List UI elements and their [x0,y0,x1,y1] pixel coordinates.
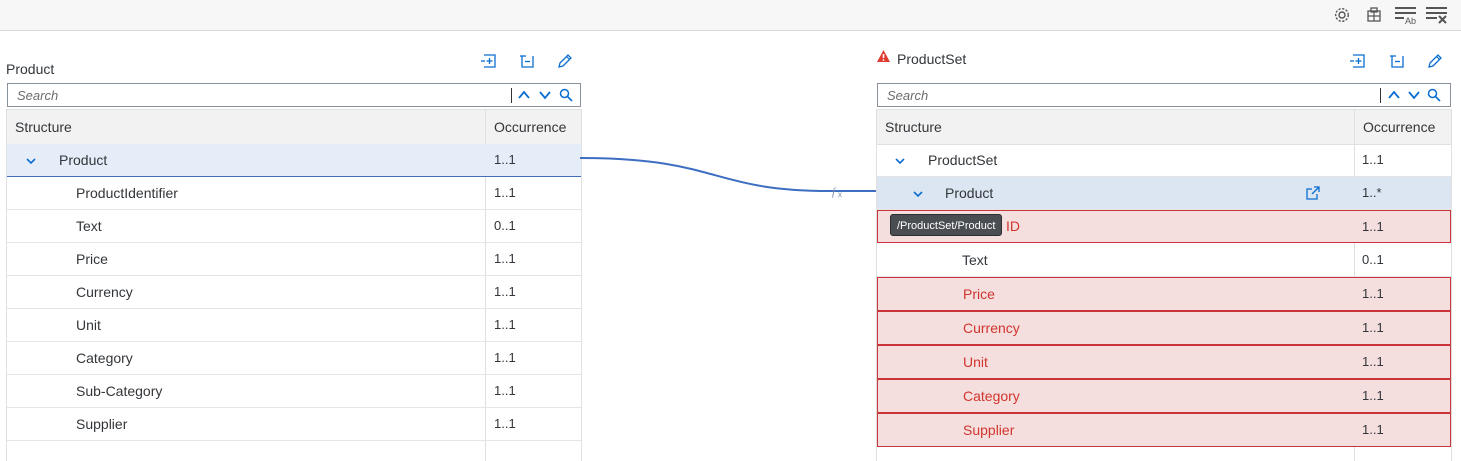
edit-icon[interactable] [1425,51,1445,71]
target-search-input[interactable] [878,84,1378,106]
format-text-icon[interactable]: Ab [1393,4,1419,26]
search-icon[interactable] [557,86,575,104]
row-name: Category [76,350,133,366]
row-name: Text [76,218,102,234]
row-occurrence: 1..1 [494,383,516,398]
row-occurrence: 1..1 [1362,152,1384,167]
search-icon[interactable] [1425,86,1443,104]
table-row[interactable]: Product 1..* [877,177,1451,210]
table-row[interactable]: Unit 1..1 [877,345,1451,379]
row-name: Product [59,152,108,168]
row-name: ProductSet [928,152,998,168]
table-row[interactable]: Currency 1..1 [7,276,581,309]
row-occurrence: 0..1 [1362,252,1384,267]
collapse-all-icon[interactable] [517,51,537,71]
chevron-down-icon[interactable] [893,154,907,168]
chevron-down-icon[interactable] [24,154,38,168]
table-row[interactable]: Unit 1..1 [7,309,581,342]
table-row[interactable]: Sub-Category 1..1 [7,375,581,408]
target-tree-table: Structure Occurrence ProductSet 1..1 Pro… [876,109,1452,461]
row-occurrence: 1..* [1362,185,1382,200]
table-header: Structure Occurrence [7,109,581,145]
row-name: Supplier [76,416,128,432]
row-occurrence: 1..1 [494,152,516,167]
svg-text:f: f [832,186,837,198]
search-next-icon[interactable] [536,86,554,104]
row-name: Price [963,286,995,302]
col-occurrence: Occurrence [494,119,567,135]
row-name: Unit [963,354,988,370]
row-occurrence: 1..1 [494,251,516,266]
source-tree-table: Structure Occurrence Product 1..1 Produc… [6,109,582,461]
table-row[interactable]: Category 1..1 [877,379,1451,413]
col-structure: Structure [15,119,72,135]
table-row[interactable]: Category 1..1 [7,342,581,375]
table-row[interactable]: ProductIdentifier 1..1 [7,177,581,210]
collapse-all-icon[interactable] [1387,51,1407,71]
search-prev-icon[interactable] [1385,86,1403,104]
source-panel: Product Structure Occurrence Pro [0,31,600,461]
table-row[interactable]: Text 0..1 [7,210,581,243]
source-search-input[interactable] [8,84,508,106]
row-name: ID [1006,218,1020,234]
table-row[interactable]: Currency 1..1 [877,311,1451,345]
row-name: Category [963,388,1020,404]
expand-all-icon[interactable] [1348,51,1368,71]
clear-format-icon[interactable] [1424,4,1450,26]
row-occurrence: 1..1 [494,350,516,365]
table-row[interactable]: Product 1..1 [7,144,581,177]
warning-icon [876,49,892,65]
row-name: Product [945,185,994,201]
row-occurrence: 1..1 [494,416,516,431]
row-occurrence: 1..1 [494,185,516,200]
target-title: ProductSet [897,51,967,67]
row-occurrence: 1..1 [1362,219,1384,234]
col-occurrence: Occurrence [1363,119,1436,135]
row-occurrence: 1..1 [494,317,516,332]
table-row[interactable]: Supplier 1..1 [7,408,581,441]
target-search [877,83,1451,107]
row-occurrence: 1..1 [1362,388,1384,403]
table-row[interactable]: Price 1..1 [877,277,1451,311]
edit-icon[interactable] [555,51,575,71]
row-occurrence: 1..1 [1362,320,1384,335]
target-panel: ProductSet Structure Occurrence [870,31,1461,461]
settings-icon[interactable] [1331,4,1353,26]
row-occurrence: 1..1 [494,284,516,299]
table-row[interactable]: Text 0..1 [877,244,1451,277]
mapping-table-icon[interactable] [1363,4,1385,26]
search-prev-icon[interactable] [515,86,533,104]
source-title: Product [6,61,55,77]
path-tooltip: /ProductSet/Product [890,214,1003,236]
navigate-icon[interactable] [1305,185,1321,201]
top-toolbar: Ab [0,0,1461,31]
row-name: Text [962,252,988,268]
search-caret [1380,88,1381,103]
row-occurrence: 1..1 [1362,354,1384,369]
row-occurrence: 1..1 [1362,422,1384,437]
row-name: Currency [963,320,1020,336]
expand-all-icon[interactable] [479,51,499,71]
row-occurrence: 1..1 [1362,286,1384,301]
source-search [7,83,581,107]
svg-text:x: x [838,190,842,198]
table-header: Structure Occurrence [877,109,1451,145]
row-name: Sub-Category [76,383,163,399]
row-name: ProductIdentifier [76,185,178,201]
table-row[interactable]: ProductSet 1..1 [877,144,1451,177]
search-caret [511,88,512,103]
table-row[interactable]: Price 1..1 [7,243,581,276]
row-occurrence: 0..1 [494,218,516,233]
row-name: Price [76,251,108,267]
chevron-down-icon[interactable] [911,187,925,201]
function-icon[interactable]: fx [831,184,847,199]
row-name: Unit [76,317,101,333]
svg-text:Ab: Ab [1405,16,1416,25]
col-structure: Structure [885,119,942,135]
search-next-icon[interactable] [1405,86,1423,104]
row-name: Currency [76,284,133,300]
row-name: Supplier [963,422,1015,438]
table-row[interactable]: Supplier 1..1 [877,413,1451,447]
